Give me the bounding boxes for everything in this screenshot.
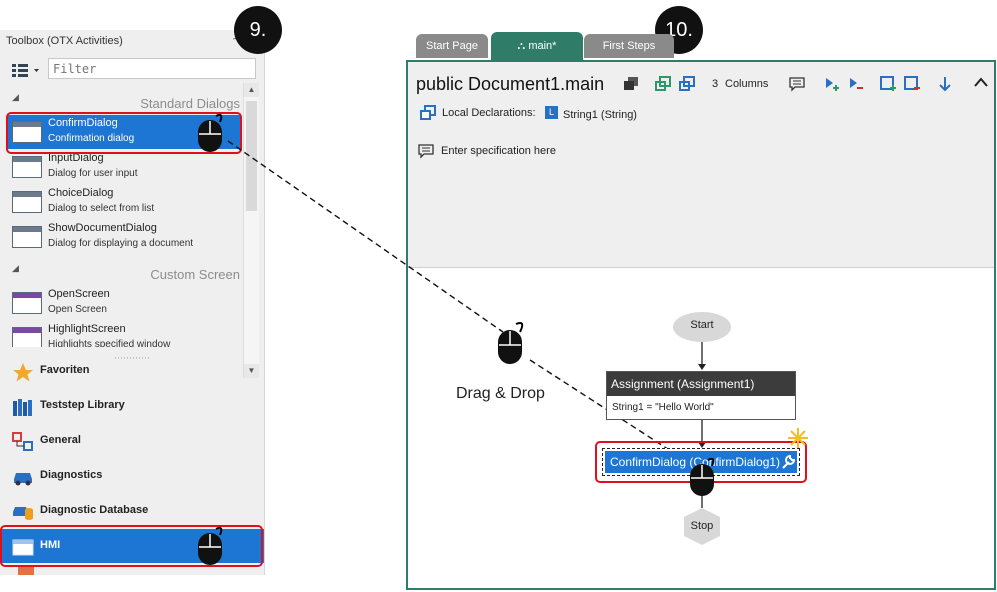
assignment-body: String1 = "Hello World" (612, 402, 714, 413)
flow-canvas (227, 140, 731, 545)
stop-label: Stop (690, 520, 714, 532)
assignment-node[interactable]: Assignment (Assignment1) String1 = "Hell… (606, 371, 796, 420)
mouse-icon (196, 112, 226, 159)
mouse-icon (196, 525, 226, 572)
start-label: Start (690, 319, 714, 331)
connector-arrow (698, 364, 706, 370)
wrench-icon[interactable] (780, 454, 796, 475)
mouse-icon (688, 456, 718, 503)
mouse-icon (496, 320, 526, 371)
drag-drop-label: Drag & Drop (456, 385, 545, 402)
new-item-star-icon (787, 427, 809, 454)
assignment-title: Assignment (Assignment1) (607, 372, 795, 396)
